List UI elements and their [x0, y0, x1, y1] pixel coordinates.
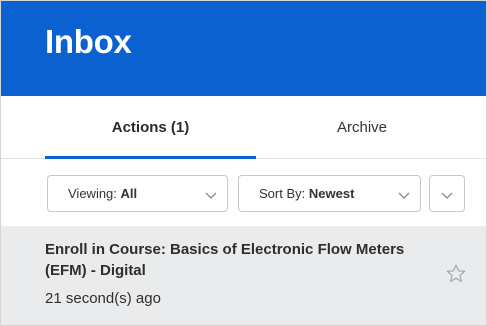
chevron-down-icon [205, 188, 217, 203]
inbox-header: Inbox [1, 1, 486, 96]
chevron-down-icon [398, 188, 410, 203]
inbox-item-timestamp: 21 second(s) ago [45, 290, 161, 307]
sort-select[interactable]: Sort By: Newest [238, 175, 421, 212]
viewing-select[interactable]: Viewing: All [47, 175, 228, 212]
viewing-label: Viewing: [68, 186, 117, 201]
viewing-select-text: Viewing: All [68, 176, 137, 211]
chevron-down-icon [441, 188, 453, 203]
sort-value: Newest [308, 186, 355, 201]
tab-actions[interactable]: Actions (1) [45, 96, 256, 160]
inbox-item-title: Enroll in Course: Basics of Electronic F… [45, 241, 405, 279]
page-title: Inbox [45, 23, 132, 60]
expand-filters-button[interactable] [429, 175, 465, 212]
inbox-panel: Inbox Actions (1) Archive Viewing: All S… [0, 0, 487, 326]
tab-archive[interactable]: Archive [256, 96, 468, 159]
viewing-value: All [120, 186, 138, 201]
inbox-tabs: Actions (1) Archive [1, 96, 486, 160]
star-icon[interactable] [446, 264, 466, 288]
filter-bar: Viewing: All Sort By: Newest [1, 159, 486, 226]
sort-select-text: Sort By: Newest [259, 176, 354, 211]
inbox-item[interactable]: Enroll in Course: Basics of Electronic F… [1, 226, 486, 325]
sort-label: Sort By: [259, 186, 306, 201]
